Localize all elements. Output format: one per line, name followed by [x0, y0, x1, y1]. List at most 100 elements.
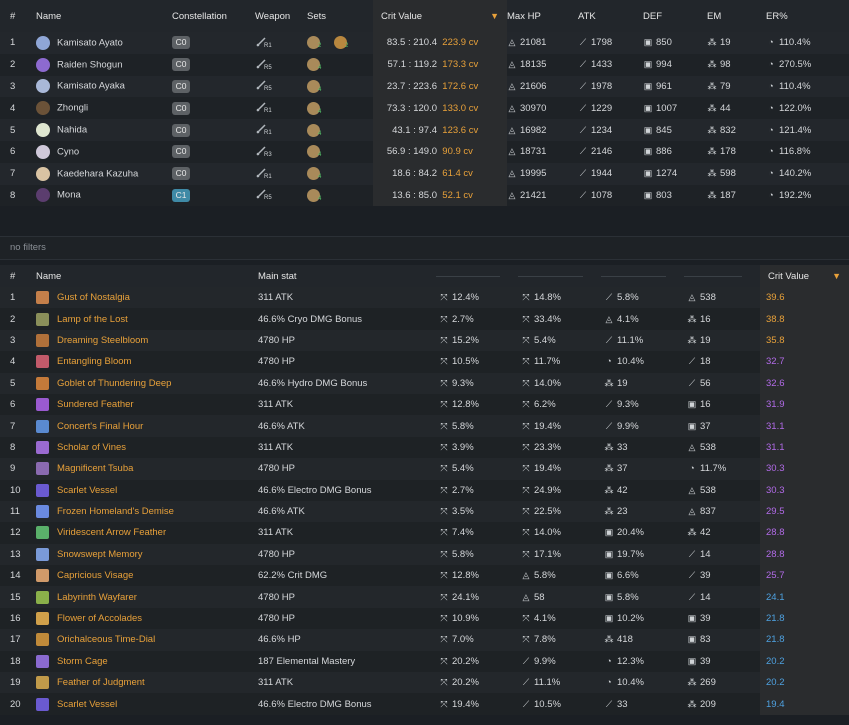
max-hp-value: 18135: [520, 59, 547, 71]
er-icon: ◔: [606, 677, 612, 688]
crit-value-cell: 57.1 : 119.2 173.3 cv: [373, 53, 507, 76]
col-crit-value[interactable]: Crit Value ▼: [373, 0, 507, 32]
table-row[interactable]: 16 Flower of Accolades 4780 HP ⤧ 10.9% ⤧ 4.…: [0, 607, 849, 630]
table-row[interactable]: 17 Orichalceous Time-Dial 46.6% HP ⤧ 7.0%…: [0, 629, 849, 651]
substat-value: 10.2%: [617, 613, 644, 625]
crit-icon: ⤧: [522, 420, 530, 431]
artifact-set-icon: 4: [307, 123, 321, 137]
col-atk[interactable]: ATK: [578, 0, 643, 32]
atk-icon: ⟋: [688, 570, 696, 581]
col-substat-4[interactable]: [684, 265, 760, 287]
col-main-stat[interactable]: Main stat: [258, 265, 436, 287]
crit-value-cell: 25.7: [760, 565, 849, 587]
col-constellation[interactable]: Constellation: [172, 0, 255, 32]
weapon-icon: R5: [255, 79, 272, 93]
character-name: Cyno: [57, 146, 80, 158]
artifact-icon: [36, 654, 49, 668]
table-row[interactable]: 2 Lamp of the Lost 46.6% Cryo DMG Bonus …: [0, 308, 849, 330]
row-number: 7: [0, 162, 36, 185]
constellation-badge: C0: [172, 123, 190, 137]
def-icon: ▣: [687, 634, 697, 645]
table-row[interactable]: 4 Zhongli C0 R1 4 73.3 : 120.0 133.0 cv …: [0, 97, 849, 120]
table-row[interactable]: 7 Kaedehara Kazuha C0 R1 4 18.6 : 84.2 6…: [0, 162, 849, 185]
table-row[interactable]: 12 Viridescent Arrow Feather 311 ATK ⤧ 7.…: [0, 522, 849, 544]
hp-icon: ◬: [605, 313, 613, 324]
substat-value: 9.9%: [617, 420, 639, 432]
table-row[interactable]: 4 Entangling Bloom 4780 HP ⤧ 10.5% ⤧ 11.7% ◔…: [0, 351, 849, 373]
substat-cell: ⤧ 4.1%: [518, 607, 601, 630]
table-row[interactable]: 6 Cyno C0 R3 4 56.9 : 149.0 90.9 cv ◬ 187…: [0, 140, 849, 163]
em-icon: ⁂: [604, 463, 614, 474]
table-row[interactable]: 20 Scarlet Vessel 46.6% Electro DMG Bonu…: [0, 693, 849, 715]
substat-cell: ⤧ 20.2%: [436, 672, 518, 694]
table-row[interactable]: 2 Raiden Shogun C0 R5 4 57.1 : 119.2 173…: [0, 53, 849, 76]
col-name[interactable]: Name: [36, 265, 258, 287]
header-divider: [684, 275, 742, 277]
table-row[interactable]: 3 Dreaming Steelbloom 4780 HP ⤧ 15.2% ⤧ 5.4…: [0, 329, 849, 352]
crit-icon: ⤧: [522, 506, 530, 517]
col-def[interactable]: DEF: [643, 0, 707, 32]
artifact-name: Lamp of the Lost: [57, 313, 128, 325]
def-icon: ▣: [604, 527, 614, 538]
sets-cell: 4: [307, 119, 373, 141]
er-icon: ◔: [768, 189, 774, 200]
substat-value: 5.8%: [534, 570, 556, 582]
col-weapon[interactable]: Weapon: [255, 0, 307, 32]
substat-cell: ⤧ 10.9%: [436, 607, 518, 630]
table-row[interactable]: 7 Concert's Final Hour 46.6% ATK ⤧ 5.8% ⤧ 1…: [0, 415, 849, 437]
em-cell: ⁂ 44: [707, 97, 766, 120]
table-row[interactable]: 15 Labyrinth Wayfarer 4780 HP ⤧ 24.1% ◬ 58 ▣…: [0, 586, 849, 608]
col-max-hp[interactable]: Max HP: [507, 0, 578, 32]
set-count: 4: [318, 152, 322, 159]
table-row[interactable]: 13 Snowswept Memory 4780 HP ⤧ 5.8% ⤧ 17.1% ▣…: [0, 543, 849, 566]
table-row[interactable]: 5 Goblet of Thundering Deep 46.6% Hydro …: [0, 372, 849, 394]
col-er[interactable]: ER%: [766, 0, 849, 32]
em-icon: ⁂: [707, 37, 717, 48]
table-row[interactable]: 11 Frozen Homeland's Demise 46.6% ATK ⤧ 3…: [0, 500, 849, 523]
table-row[interactable]: 1 Gust of Nostalgia 311 ATK ⤧ 12.4% ⤧ 14.8%…: [0, 287, 849, 309]
col-substat-1[interactable]: [436, 265, 518, 287]
crit-icon: ⤧: [440, 463, 448, 474]
col-substat-2[interactable]: [518, 265, 601, 287]
substat-cell: ◔ 12.3%: [601, 650, 684, 673]
col-sets[interactable]: Sets: [307, 0, 373, 32]
substat-value: 12.4%: [452, 292, 479, 304]
def-icon: ▣: [687, 613, 697, 624]
weapon-refinement: R1: [264, 42, 272, 49]
table-row[interactable]: 3 Kamisato Ayaka C0 R5 4 23.7 : 223.6 17…: [0, 75, 849, 98]
filter-bar[interactable]: no filters: [0, 236, 849, 260]
substat-cell: ◔ 10.4%: [601, 351, 684, 373]
table-row[interactable]: 10 Scarlet Vessel 46.6% Electro DMG Bonu…: [0, 479, 849, 501]
col-crit-value-label: Crit Value: [381, 10, 423, 22]
col-crit-value[interactable]: Crit Value ▼: [760, 265, 849, 287]
table-row[interactable]: 6 Sundered Feather 311 ATK ⤧ 12.8% ⤧ 6.2% ⟋ 9…: [0, 393, 849, 416]
table-row[interactable]: 19 Feather of Judgment 311 ATK ⤧ 20.2% ⟋ 11…: [0, 672, 849, 694]
substat-cell: ⤧ 24.9%: [518, 479, 601, 501]
table-row[interactable]: 1 Kamisato Ayato C0 R1 22 83.5 : 210.4 2…: [0, 32, 849, 54]
artifact-icon: [36, 419, 49, 433]
table-row[interactable]: 18 Storm Cage 187 Elemental Mastery ⤧ 20.…: [0, 650, 849, 673]
substat-cell: ⤧ 3.5%: [436, 500, 518, 523]
col-substat-3[interactable]: [601, 265, 684, 287]
constellation-badge: C0: [172, 167, 190, 181]
crit-value-cell: 19.4: [760, 693, 849, 715]
crit-ratio: 57.1 : 119.2: [387, 59, 437, 71]
atk-icon: ⟋: [688, 591, 696, 602]
substat-cell: ⤧ 17.1%: [518, 543, 601, 566]
def-value: 994: [656, 59, 672, 71]
table-row[interactable]: 9 Magnificent Tsuba 4780 HP ⤧ 5.4% ⤧ 19.4% ⁂…: [0, 458, 849, 480]
hp-icon: ◬: [508, 59, 516, 70]
em-icon: ⁂: [604, 484, 614, 495]
er-value: 140.2%: [779, 168, 812, 180]
header-divider: [436, 275, 500, 277]
table-row[interactable]: 8 Scholar of Vines 311 ATK ⤧ 3.9% ⤧ 23.3% ⁂ 3…: [0, 436, 849, 459]
col-name[interactable]: Name: [36, 0, 172, 32]
table-row[interactable]: 14 Capricious Visage 62.2% Crit DMG ⤧ 12.…: [0, 565, 849, 587]
table-row[interactable]: 5 Nahida C0 R1 4 43.1 : 97.4 123.6 cv ◬ 1…: [0, 119, 849, 141]
def-value: 1274: [656, 168, 678, 180]
sets-cell: 4: [307, 162, 373, 185]
weapon-refinement: R5: [264, 86, 272, 93]
table-row[interactable]: 8 Mona C1 R5 4 13.6 : 85.0 52.1 cv ◬ 2142…: [0, 184, 849, 207]
col-em[interactable]: EM: [707, 0, 766, 32]
atk-icon: ⟋: [522, 698, 530, 709]
